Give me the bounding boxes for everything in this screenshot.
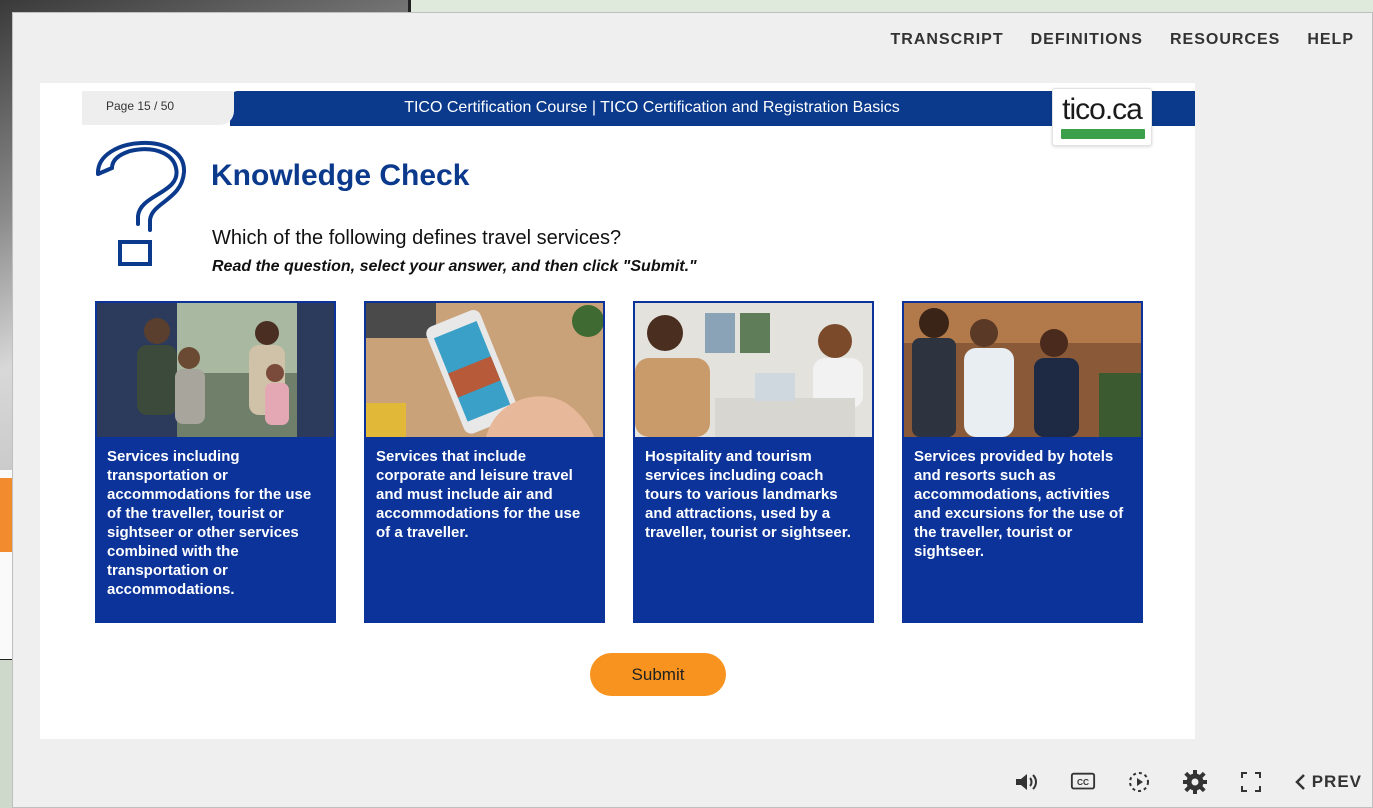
question-text: Which of the following defines travel se… [212,227,622,249]
logo-green-bar [1061,129,1145,139]
tico-logo: tico.ca [1052,88,1152,146]
transcript-link[interactable]: TRANSCRIPT [891,31,1004,49]
option-2-text: Services that include corporate and leis… [376,448,581,541]
course-player: TRANSCRIPT DEFINITIONS RESOURCES HELP TI… [12,12,1373,808]
player-controls: CC PREV [1014,769,1362,795]
svg-text:CC: CC [1077,777,1089,787]
option-3-text: Hospitality and tourism services includi… [645,448,851,541]
top-navigation: TRANSCRIPT DEFINITIONS RESOURCES HELP [891,31,1354,49]
option-3-image [635,303,872,437]
answer-option-1[interactable]: Services including transportation or acc… [95,301,336,623]
answer-option-3[interactable]: Hospitality and tourism services includi… [633,301,874,623]
volume-icon[interactable] [1014,769,1040,795]
question-mark-icon [95,141,187,266]
fullscreen-icon[interactable] [1238,769,1264,795]
submit-button[interactable]: Submit [590,653,726,696]
course-title: TICO Certification Course | TICO Certifi… [404,99,900,116]
resources-link[interactable]: RESOURCES [1170,31,1280,49]
help-link[interactable]: HELP [1307,31,1354,49]
playback-speed-icon[interactable] [1126,769,1152,795]
option-1-image [97,303,334,437]
page-number: Page 15 / 50 [106,99,175,113]
option-2-image [366,303,603,437]
settings-gear-icon[interactable] [1182,769,1208,795]
closed-captions-icon[interactable]: CC [1070,769,1096,795]
knowledge-check-title: Knowledge Check [211,159,470,192]
prev-label: PREV [1311,772,1362,791]
background-divider [408,0,411,12]
definitions-link[interactable]: DEFINITIONS [1031,31,1143,49]
prev-button[interactable]: PREV [1294,772,1362,792]
option-4-text: Services provided by hotels and resorts … [914,448,1124,560]
chevron-left-icon [1294,774,1305,790]
logo-text: tico.ca [1062,93,1143,126]
answer-option-2[interactable]: Services that include corporate and leis… [364,301,605,623]
option-1-text: Services including transportation or acc… [107,448,312,598]
background-orange-tab [0,478,12,552]
instruction-text: Read the question, select your answer, a… [212,258,697,275]
slide-canvas: TICO Certification Course | TICO Certifi… [40,83,1195,739]
option-4-image [904,303,1141,437]
answer-option-4[interactable]: Services provided by hotels and resorts … [902,301,1143,623]
